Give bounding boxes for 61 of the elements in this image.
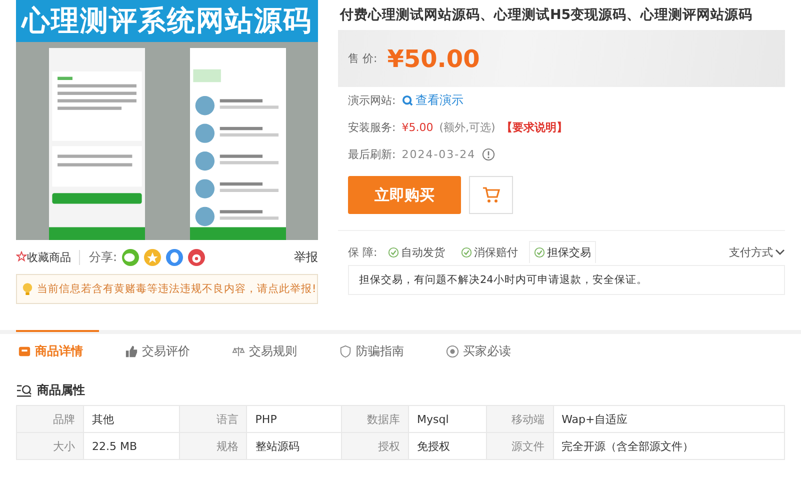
- attribute-value: 其他: [84, 406, 180, 432]
- attribute-name: 语言: [180, 406, 247, 432]
- report-link[interactable]: 举报: [294, 248, 318, 266]
- scale-icon: [232, 344, 245, 358]
- attributes-heading: 商品属性: [37, 382, 85, 399]
- attribute-name: 移动端: [486, 406, 554, 432]
- share-label: 分享:: [89, 248, 118, 266]
- attribute-name: 源文件: [486, 432, 554, 460]
- tab[interactable]: 交易规则: [230, 330, 313, 370]
- demo-label: 演示网站:: [348, 93, 396, 108]
- tab[interactable]: 买家必读: [444, 330, 527, 370]
- refresh-date: 2024-03-24: [402, 148, 476, 161]
- attribute-value: Wap+自适应: [553, 406, 784, 432]
- info-icon[interactable]: [482, 148, 495, 161]
- guarantee-tab[interactable]: 自动发货: [383, 241, 450, 263]
- thumbs-up-icon: [125, 344, 138, 358]
- install-note: (额外,可选): [439, 120, 496, 135]
- price-label: 售 价:: [348, 51, 378, 66]
- chevron-down-icon: [775, 249, 785, 255]
- attribute-value: 完全开源（含全部源文件）: [553, 432, 784, 460]
- banner-title: 心理测评系统网站源码: [16, 0, 318, 42]
- cart-icon: [481, 185, 501, 205]
- tab[interactable]: 防骗指南: [337, 330, 420, 370]
- search-list-icon: [16, 383, 33, 398]
- attribute-name: 授权: [342, 432, 408, 460]
- favorite-link[interactable]: 收藏商品: [16, 250, 80, 264]
- check-circle-icon: [461, 247, 472, 258]
- attribute-value: 免授权: [408, 432, 486, 460]
- guarantee-tab[interactable]: 担保交易: [529, 241, 596, 263]
- attribute-value: Mysql: [408, 406, 486, 432]
- price-value: ¥50.00: [387, 44, 480, 72]
- check-circle-icon: [388, 247, 400, 258]
- attribute-name: 数据库: [342, 406, 408, 432]
- attribute-value: PHP: [246, 406, 342, 432]
- check-circle-icon: [534, 247, 546, 258]
- refresh-label: 最后刷新:: [348, 147, 396, 162]
- product-title: 付费心理测试网站源码、心理测试H5变现源码、心理测评网站源码: [338, 6, 754, 25]
- search-icon: [402, 95, 413, 106]
- eye-icon[interactable]: [188, 248, 206, 266]
- install-label: 安装服务:: [348, 120, 396, 135]
- attribute-name: 大小: [16, 432, 84, 460]
- tab[interactable]: 交易评价: [123, 330, 206, 370]
- cart-button[interactable]: [469, 176, 513, 214]
- guarantee-tab[interactable]: 消保赔付: [456, 241, 524, 263]
- guarantee-description: 担保交易，有问题不解决24小时内可申请退款，安全保证。: [348, 265, 785, 295]
- attribute-name: 品牌: [16, 406, 84, 432]
- install-price: ¥5.00: [402, 121, 434, 134]
- document-icon: [18, 344, 31, 358]
- report-notice[interactable]: 当前信息若含有黄赌毒等违法违规不良内容，请点此举报!: [16, 274, 318, 304]
- attribute-name: 规格: [180, 432, 247, 460]
- shield-icon: [339, 344, 352, 358]
- payment-method-dropdown[interactable]: 支付方式: [729, 244, 785, 260]
- target-icon: [446, 344, 459, 358]
- attribute-value: 22.5 MB: [84, 432, 180, 460]
- attribute-value: 整站源码: [246, 432, 342, 460]
- requirements-link[interactable]: 【要求说明】: [501, 120, 568, 135]
- guarantee-label: 保 障:: [348, 244, 378, 260]
- star-icon: [16, 250, 27, 262]
- chat-icon[interactable]: [122, 248, 140, 266]
- lightbulb-icon: [22, 282, 33, 296]
- demo-link[interactable]: 查看演示: [402, 92, 464, 109]
